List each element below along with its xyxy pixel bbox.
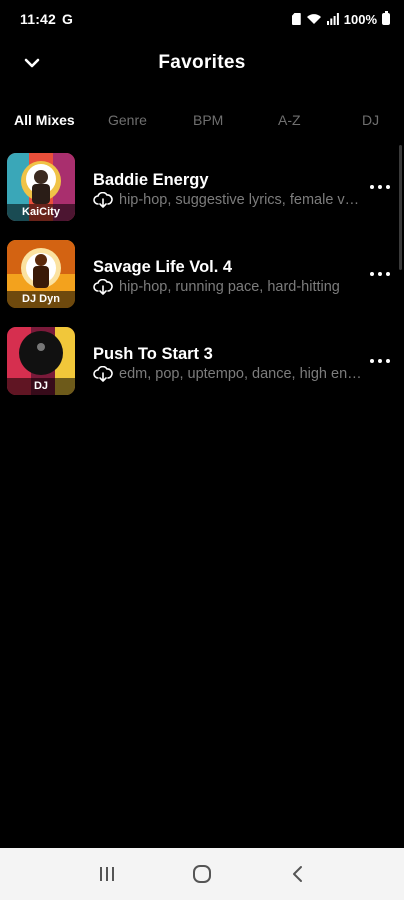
mix-title: Push To Start 3 bbox=[93, 345, 213, 363]
back-button[interactable] bbox=[277, 854, 317, 894]
mix-title: Savage Life Vol. 4 bbox=[93, 258, 233, 276]
home-icon bbox=[192, 865, 211, 883]
cloud-download-icon[interactable] bbox=[93, 366, 113, 382]
back-icon bbox=[292, 866, 302, 882]
mix-artwork[interactable]: DJ Dyn bbox=[7, 240, 75, 308]
more-options-button[interactable] bbox=[370, 269, 390, 279]
home-button[interactable] bbox=[182, 854, 222, 894]
mix-subtitle: hip-hop, running pace, hard-hitting bbox=[93, 279, 363, 295]
scrollbar[interactable] bbox=[399, 145, 402, 270]
status-left: 11:42 G bbox=[20, 11, 73, 27]
wifi-icon bbox=[306, 14, 321, 24]
mix-tags: hip-hop, suggestive lyrics, female vocal… bbox=[119, 192, 363, 208]
mix-artwork[interactable]: KaiCity bbox=[7, 153, 75, 221]
more-dot bbox=[386, 359, 390, 363]
more-options-button[interactable] bbox=[370, 182, 390, 192]
list-item[interactable]: DJ Dyn Savage Life Vol. 4 hip-hop, runni… bbox=[0, 237, 404, 324]
recents-button[interactable] bbox=[87, 854, 127, 894]
status-time: 11:42 bbox=[20, 11, 57, 27]
header: Favorites bbox=[0, 38, 404, 88]
chevron-down-icon bbox=[24, 58, 40, 68]
mix-list: KaiCity Baddie Energy hip-hop, suggestiv… bbox=[0, 150, 404, 411]
mix-subtitle: hip-hop, suggestive lyrics, female vocal… bbox=[93, 192, 363, 208]
page-title: Favorites bbox=[158, 52, 246, 73]
filter-tabs: All Mixes Genre BPM A-Z DJ bbox=[0, 108, 404, 134]
dj-label: KaiCity bbox=[7, 204, 75, 221]
more-dot bbox=[378, 359, 382, 363]
more-dot bbox=[378, 185, 382, 189]
battery-icon bbox=[382, 11, 390, 25]
list-item[interactable]: KaiCity Baddie Energy hip-hop, suggestiv… bbox=[0, 150, 404, 237]
sim-icon bbox=[291, 13, 301, 25]
more-dot bbox=[370, 185, 374, 189]
more-dot bbox=[386, 185, 390, 189]
tab-genre[interactable]: Genre bbox=[108, 112, 147, 128]
cloud-download-icon[interactable] bbox=[93, 279, 113, 295]
more-options-button[interactable] bbox=[370, 356, 390, 366]
favorites-screen: 11:42 G 100% Favorites All Mixes Genre B… bbox=[0, 0, 404, 900]
collapse-button[interactable] bbox=[18, 50, 46, 76]
tab-dj[interactable]: DJ bbox=[362, 112, 379, 128]
mix-artwork[interactable]: DJ bbox=[7, 327, 75, 395]
mix-subtitle: edm, pop, uptempo, dance, high energy bbox=[93, 366, 363, 382]
dj-label: DJ Dyn bbox=[7, 291, 75, 308]
more-dot bbox=[386, 272, 390, 276]
dj-label: DJ bbox=[7, 378, 75, 395]
status-right: 100% bbox=[291, 11, 390, 27]
signal-icon bbox=[326, 13, 339, 25]
recents-icon bbox=[100, 867, 115, 881]
status-bar: 11:42 G 100% bbox=[0, 0, 404, 38]
carrier-g-icon: G bbox=[62, 11, 73, 27]
system-nav-bar bbox=[0, 848, 404, 900]
cloud-download-icon[interactable] bbox=[93, 192, 113, 208]
mix-title: Baddie Energy bbox=[93, 171, 209, 189]
tab-all-mixes[interactable]: All Mixes bbox=[14, 112, 75, 128]
more-dot bbox=[370, 272, 374, 276]
more-dot bbox=[370, 359, 374, 363]
tab-bpm[interactable]: BPM bbox=[193, 112, 223, 128]
tab-a-z[interactable]: A-Z bbox=[278, 112, 301, 128]
mix-tags: hip-hop, running pace, hard-hitting bbox=[119, 279, 340, 295]
list-item[interactable]: DJ Push To Start 3 edm, pop, uptempo, da… bbox=[0, 324, 404, 411]
battery-percent: 100% bbox=[343, 11, 377, 27]
mix-tags: edm, pop, uptempo, dance, high energy bbox=[119, 366, 363, 382]
more-dot bbox=[378, 272, 382, 276]
